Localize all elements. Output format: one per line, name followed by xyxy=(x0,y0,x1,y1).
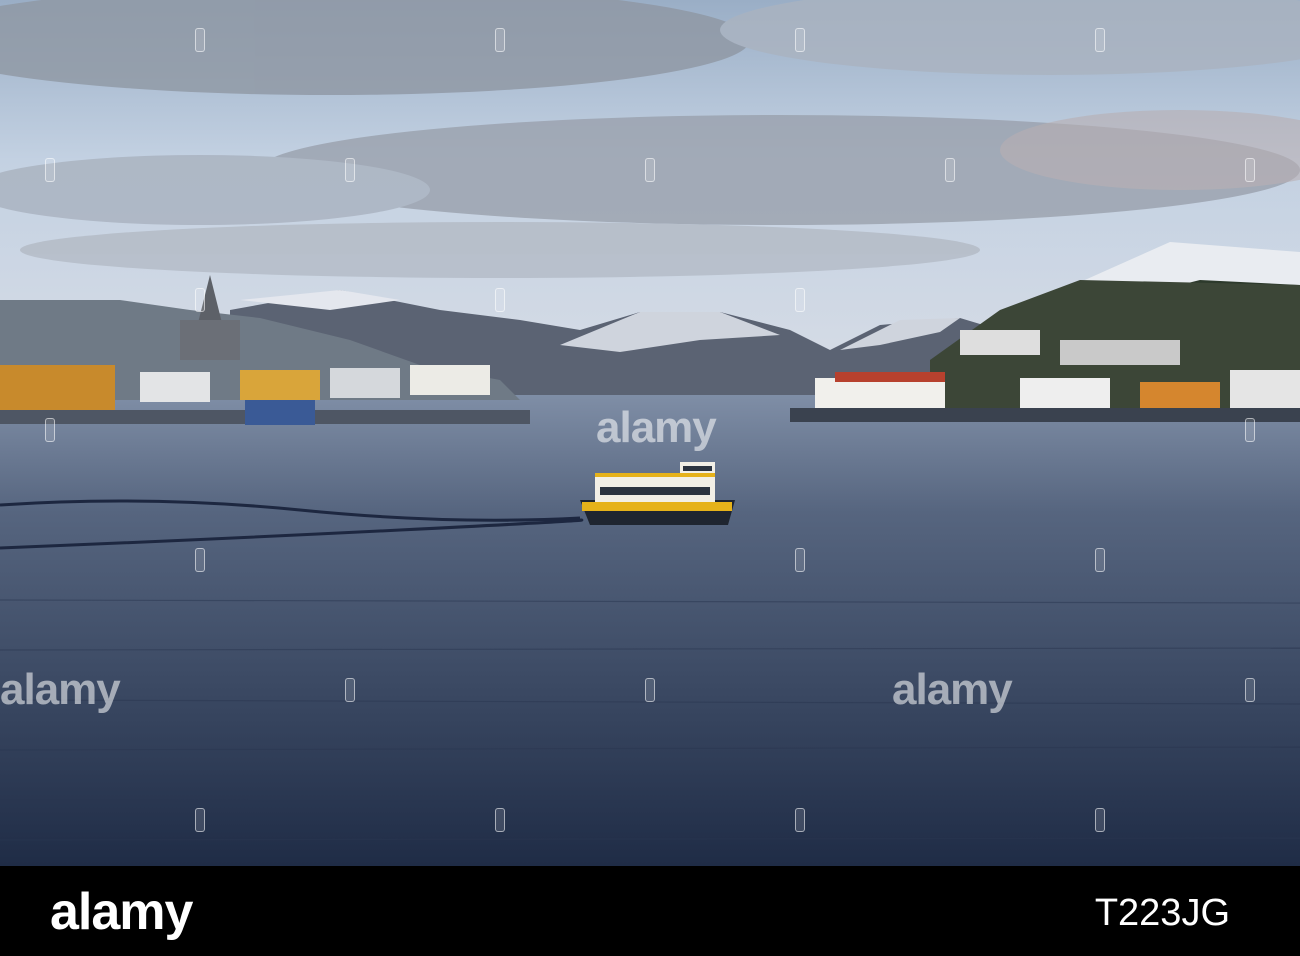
watermark-mark xyxy=(1240,418,1260,442)
watermark-mark xyxy=(1090,808,1110,832)
watermark-mark xyxy=(790,28,810,52)
watermark-mark xyxy=(490,808,510,832)
watermark-mark xyxy=(1240,158,1260,182)
watermark-mark xyxy=(190,288,210,312)
watermark-mark xyxy=(490,28,510,52)
footer-bar: alamy T223JG xyxy=(0,866,1300,956)
watermark-mark xyxy=(40,418,60,442)
watermark-mark xyxy=(940,158,960,182)
watermark-text: alamy xyxy=(596,403,717,452)
watermark-mark xyxy=(190,28,210,52)
watermark-text: alamy xyxy=(892,665,1013,714)
brand-logo: alamy xyxy=(50,883,193,941)
watermark-mark xyxy=(340,158,360,182)
watermark-mark xyxy=(190,808,210,832)
watermark-mark xyxy=(1090,548,1110,572)
watermark-mark xyxy=(640,158,660,182)
watermark-mark xyxy=(40,158,60,182)
watermark-mark xyxy=(790,808,810,832)
image-code: T223JG xyxy=(1094,892,1230,934)
watermark-mark xyxy=(790,548,810,572)
watermark-mark xyxy=(340,678,360,702)
watermark-mark xyxy=(1090,28,1110,52)
photo: alamy alamy alamy xyxy=(0,0,1300,866)
watermark-mark xyxy=(790,288,810,312)
watermark-mark xyxy=(640,678,660,702)
watermark-mark xyxy=(190,548,210,572)
watermark-mark xyxy=(1240,678,1260,702)
watermark-text: alamy xyxy=(0,665,121,714)
watermark-mark xyxy=(490,288,510,312)
water xyxy=(0,395,1300,866)
